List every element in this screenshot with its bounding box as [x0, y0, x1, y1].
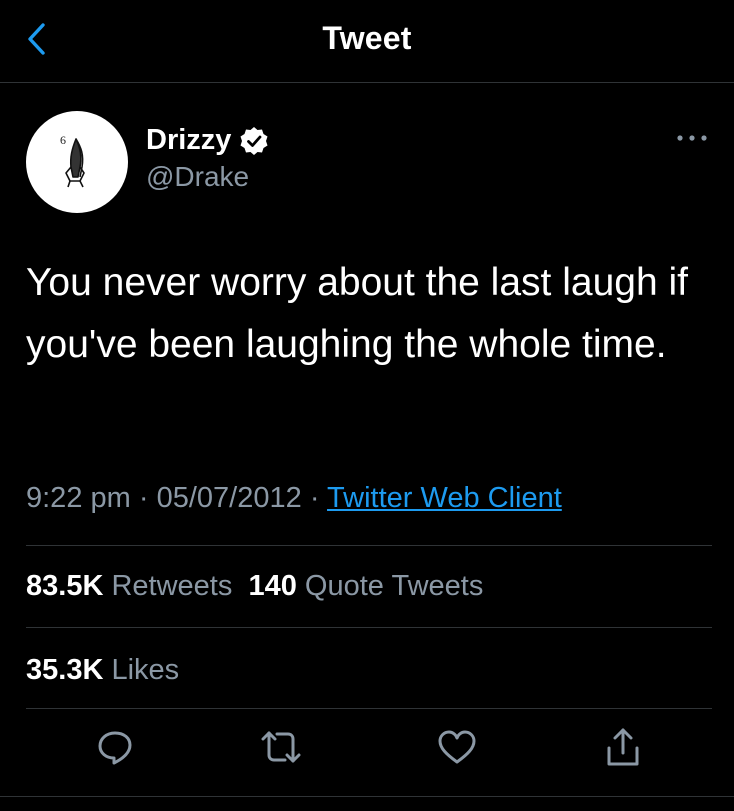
retweets-label: Retweets [111, 570, 233, 602]
tweet-header: 6 Drizzy @Drake [26, 111, 712, 213]
tweet-date: 05/07/2012 [156, 482, 302, 514]
tweet-time: 9:22 pm [26, 482, 131, 514]
likes-stats-row: 35.3K Likes [26, 654, 179, 687]
retweets-count: 83.5K [26, 570, 104, 602]
display-name[interactable]: Drizzy [146, 124, 231, 157]
bottom-border [0, 796, 734, 797]
divider [26, 708, 712, 709]
tweet-text: You never worry about the last laugh if … [26, 261, 688, 366]
meta-separator: · [309, 482, 320, 514]
quote-label: Quote Tweets [304, 570, 484, 602]
quote-count: 140 [248, 570, 297, 602]
divider [26, 627, 712, 628]
likes-count: 35.3K [26, 654, 104, 686]
top-bar: Tweet [0, 0, 734, 83]
reply-icon [98, 731, 132, 765]
author-name-row: Drizzy [146, 124, 269, 157]
likes-stat[interactable]: 35.3K Likes [26, 654, 179, 686]
praying-hands-icon: 6 [60, 133, 85, 188]
likes-label: Likes [111, 654, 180, 686]
avatar[interactable]: 6 [26, 111, 128, 213]
divider [26, 545, 712, 546]
share-icon [607, 728, 639, 766]
like-button[interactable] [432, 722, 482, 772]
action-bar [26, 722, 712, 782]
reply-button[interactable] [90, 722, 140, 772]
retweet-icon [261, 731, 301, 763]
retweet-button[interactable] [256, 722, 306, 772]
more-options-button[interactable] [672, 121, 712, 155]
share-button[interactable] [598, 722, 648, 772]
tweet-meta: 9:22 pm · 05/07/2012 · Twitter Web Clien… [26, 482, 712, 515]
like-icon [438, 730, 476, 764]
client-link[interactable]: Twitter Web Client [327, 482, 562, 514]
meta-separator: · [138, 482, 149, 514]
verified-badge-icon [240, 126, 268, 155]
engagement-stats-row: 83.5K Retweets 140 Quote Tweets [26, 570, 483, 603]
svg-text:6: 6 [60, 133, 66, 147]
quote-tweets-stat[interactable]: 140 Quote Tweets [248, 570, 483, 602]
author-handle[interactable]: @Drake [146, 161, 249, 193]
page-title: Tweet [322, 20, 412, 56]
more-dots-icon [677, 135, 707, 141]
retweets-stat[interactable]: 83.5K Retweets [26, 570, 232, 602]
